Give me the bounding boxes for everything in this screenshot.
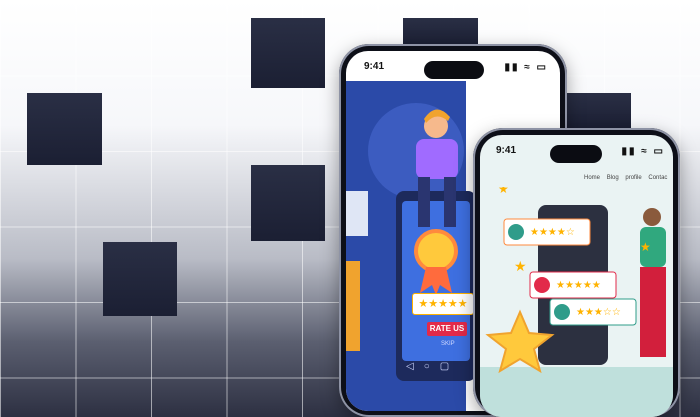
status-time: 9:41	[496, 145, 517, 156]
nav-blog[interactable]: Blog	[607, 175, 619, 181]
front-phone-screen: 9:41 ▮▮ ≈ ▭ Home Blog profile Contac ★★★…	[480, 135, 673, 417]
reviews-illustration: ★★★★☆ ★★★★★ ★★★☆☆ ★ ★ ★	[480, 187, 673, 417]
skip-link[interactable]: SKIP	[441, 341, 455, 347]
svg-text:★: ★	[640, 240, 651, 254]
status-time: 9:41	[364, 61, 385, 72]
user-avatar-icon	[534, 277, 550, 293]
svg-text:★★★☆☆: ★★★☆☆	[576, 307, 621, 318]
star-icon: ★★★★★	[418, 298, 468, 310]
bg-tile	[27, 93, 102, 165]
dynamic-island	[550, 145, 602, 163]
status-icons: ▮▮ ≈ ▭	[621, 146, 665, 157]
site-nav: Home Blog profile Contac	[584, 175, 672, 181]
award-badge-icon	[414, 229, 458, 273]
dynamic-island	[424, 61, 484, 79]
nav-home[interactable]: Home	[584, 175, 600, 181]
bg-tile	[103, 242, 177, 316]
status-icons: ▮▮ ≈ ▭	[504, 62, 548, 73]
user-avatar-icon	[554, 304, 570, 320]
bg-tile	[251, 165, 325, 241]
rate-us-button[interactable]: RATE US	[427, 322, 467, 336]
android-nav-bar: ◁○▢	[406, 361, 476, 375]
home-nav-icon[interactable]: ○	[424, 361, 440, 372]
back-nav-icon[interactable]: ◁	[406, 361, 424, 372]
nav-profile[interactable]: profile	[625, 175, 641, 181]
status-bar: 9:41 ▮▮ ≈ ▭	[346, 51, 560, 79]
rating-stars[interactable]: ★★★★★	[412, 293, 474, 315]
bg-tile	[556, 93, 631, 129]
bg-tile	[251, 18, 325, 88]
bg-tile	[403, 18, 478, 46]
svg-text:★: ★	[514, 258, 527, 274]
svg-text:★★★★☆: ★★★★☆	[530, 227, 575, 238]
front-phone: 9:41 ▮▮ ≈ ▭ Home Blog profile Contac ★★★…	[473, 128, 680, 417]
status-bar: 9:41 ▮▮ ≈ ▭	[480, 135, 673, 163]
user-avatar-icon	[508, 224, 524, 240]
nav-contact[interactable]: Contac	[648, 175, 667, 181]
svg-text:★: ★	[498, 187, 509, 196]
svg-text:★★★★★: ★★★★★	[556, 280, 601, 291]
recent-nav-icon[interactable]: ▢	[440, 361, 459, 372]
